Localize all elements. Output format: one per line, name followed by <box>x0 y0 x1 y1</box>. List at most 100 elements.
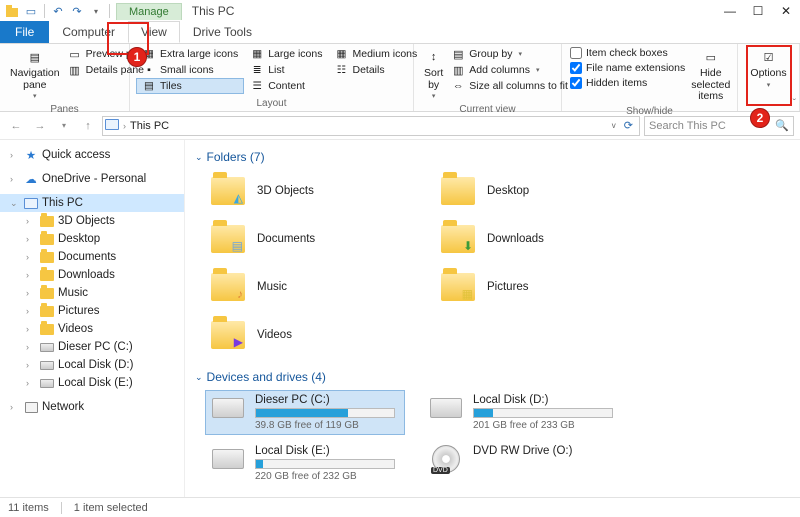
drive-tile[interactable]: DVD RW Drive (O:) <box>423 441 623 486</box>
folders-grid: ◭3D Objects Desktop ▤Documents ⬇Downloads ♪M… <box>205 170 790 356</box>
navigation-pane-button[interactable]: ▤ Navigation pane ▾ <box>6 46 64 103</box>
tree-item[interactable]: ›Videos <box>0 320 184 338</box>
quick-access-toolbar: ▭ ↶ ↷ ▾ <box>0 3 116 19</box>
tree-item[interactable]: ›Desktop <box>0 230 184 248</box>
status-selected-count: 1 item selected <box>74 502 148 514</box>
history-dropdown[interactable]: ▾ <box>54 116 74 136</box>
tree-label: 3D Objects <box>58 215 115 227</box>
tree-item[interactable]: ›Local Disk (E:) <box>0 374 184 392</box>
layout-content[interactable]: ☰Content <box>244 78 328 94</box>
file-ext-label: File name extensions <box>586 62 685 74</box>
explorer-icon <box>4 3 20 19</box>
tree-this-pc[interactable]: ⌄This PC <box>0 194 184 212</box>
minimize-button[interactable]: — <box>716 1 744 21</box>
address-dropdown-icon[interactable]: v <box>612 121 616 130</box>
layout-small[interactable]: ▪Small icons <box>136 62 244 78</box>
size-columns-button[interactable]: ⇔Size all columns to fit <box>447 78 572 94</box>
tree-label: Local Disk (E:) <box>58 377 133 389</box>
tab-file[interactable]: File <box>0 21 49 43</box>
tree-item[interactable]: ›Documents <box>0 248 184 266</box>
folder-tile[interactable]: ♪Music <box>205 266 405 308</box>
tree-label: This PC <box>42 197 83 209</box>
layout-extra-large[interactable]: ▦Extra large icons <box>136 46 244 62</box>
this-pc-icon <box>105 119 119 133</box>
forward-button[interactable]: → <box>30 116 50 136</box>
folder-tile[interactable]: ⬇Downloads <box>435 218 635 260</box>
tiles-icon: ▤ <box>142 79 156 93</box>
group-options: ☑ Options ▾ <box>738 44 800 111</box>
window-title: This PC <box>182 4 235 18</box>
add-columns-button[interactable]: ▥Add columns▾ <box>447 62 572 78</box>
layout-tiles[interactable]: ▤Tiles <box>136 78 244 94</box>
context-tab-manage[interactable]: Manage <box>116 3 182 20</box>
fit-icon: ⇔ <box>451 79 465 93</box>
folder-tile[interactable]: ▤Documents <box>205 218 405 260</box>
options-button[interactable]: ☑ Options ▾ <box>746 46 790 97</box>
add-columns-label: Add columns <box>469 64 530 76</box>
folder-tile[interactable]: ◭3D Objects <box>205 170 405 212</box>
window-controls: — ☐ ✕ <box>716 1 800 21</box>
group-show-hide: Item check boxes File name extensions Hi… <box>562 44 738 111</box>
folder-label: Pictures <box>487 281 529 293</box>
tree-item[interactable]: ›Local Disk (D:) <box>0 356 184 374</box>
folder-tile[interactable]: Desktop <box>435 170 635 212</box>
tree-item[interactable]: ›Music <box>0 284 184 302</box>
hide-icon: ▭ <box>702 48 720 66</box>
sort-icon: ↕ <box>425 48 443 66</box>
hidden-items-label: Hidden items <box>586 77 647 89</box>
drives-section-header[interactable]: ⌄Devices and drives (4) <box>195 370 790 384</box>
layout-label: Large icons <box>268 48 322 60</box>
item-check-boxes-toggle[interactable]: Item check boxes <box>568 46 687 60</box>
group-by-button[interactable]: ▤Group by▾ <box>447 46 572 62</box>
hide-selected-button[interactable]: ▭ Hide selected items <box>687 46 734 105</box>
grid-icon: ▪ <box>142 63 156 77</box>
tab-view[interactable]: View <box>128 21 180 43</box>
properties-icon[interactable]: ▭ <box>23 3 39 19</box>
file-extensions-toggle[interactable]: File name extensions <box>568 61 687 75</box>
layout-label: List <box>268 64 284 76</box>
tree-quick-access[interactable]: ›★Quick access <box>0 146 184 164</box>
tab-drive-tools[interactable]: Drive Tools <box>180 21 265 43</box>
tree-network[interactable]: ›Network <box>0 398 184 416</box>
tree-item[interactable]: ›Dieser PC (C:) <box>0 338 184 356</box>
navigation-pane-label: Navigation pane <box>10 68 60 91</box>
up-button[interactable]: ↑ <box>78 116 98 136</box>
redo-icon[interactable]: ↷ <box>69 3 85 19</box>
folders-section-header[interactable]: ⌄Folders (7) <box>195 150 790 164</box>
maximize-button[interactable]: ☐ <box>744 1 772 21</box>
drive-tile[interactable]: Local Disk (E:)220 GB free of 232 GB <box>205 441 405 486</box>
breadcrumb[interactable]: This PC <box>130 120 169 132</box>
layout-details[interactable]: ☷Details <box>329 62 424 78</box>
drive-tile[interactable]: Local Disk (D:)201 GB free of 233 GB <box>423 390 623 435</box>
collapse-ribbon-button[interactable]: ˇ <box>793 98 796 109</box>
back-button[interactable]: ← <box>6 116 26 136</box>
layout-medium[interactable]: ▦Medium icons <box>329 46 424 62</box>
preview-pane-icon: ▭ <box>68 47 82 61</box>
tree-item[interactable]: ›Downloads <box>0 266 184 284</box>
folder-icon <box>441 174 475 208</box>
folder-tile[interactable]: ▶Videos <box>205 314 405 356</box>
drive-tile[interactable]: Dieser PC (C:)39.8 GB free of 119 GB <box>205 390 405 435</box>
close-button[interactable]: ✕ <box>772 1 800 21</box>
tree-item[interactable]: ›Pictures <box>0 302 184 320</box>
layout-large[interactable]: ▦Large icons <box>244 46 328 62</box>
address-bar[interactable]: › This PC v ⟳ <box>102 116 640 136</box>
ribbon-tabs: File Computer View Drive Tools <box>0 22 800 44</box>
folder-tile[interactable]: ▦Pictures <box>435 266 635 308</box>
group-by-label: Group by <box>469 48 512 60</box>
hidden-items-toggle[interactable]: Hidden items <box>568 76 687 90</box>
sort-by-button[interactable]: ↕ Sort by ▾ <box>420 46 447 103</box>
tab-computer[interactable]: Computer <box>49 21 128 43</box>
folder-label: Music <box>257 281 287 293</box>
tree-item[interactable]: ›3D Objects <box>0 212 184 230</box>
refresh-button[interactable]: ⟳ <box>620 119 637 132</box>
ribbon: ▤ Navigation pane ▾ ▭Preview pane ▥Detai… <box>0 44 800 112</box>
navigation-tree[interactable]: ›★Quick access ›☁OneDrive - Personal ⌄Th… <box>0 140 185 497</box>
tree-onedrive[interactable]: ›☁OneDrive - Personal <box>0 170 184 188</box>
body: ›★Quick access ›☁OneDrive - Personal ⌄Th… <box>0 140 800 497</box>
undo-icon[interactable]: ↶ <box>50 3 66 19</box>
qat-dropdown-icon[interactable]: ▾ <box>88 3 104 19</box>
content-area[interactable]: ⌄Folders (7) ◭3D Objects Desktop ▤Document… <box>185 140 800 497</box>
folder-icon: ◭ <box>211 174 245 208</box>
layout-list[interactable]: ≣List <box>244 62 328 78</box>
